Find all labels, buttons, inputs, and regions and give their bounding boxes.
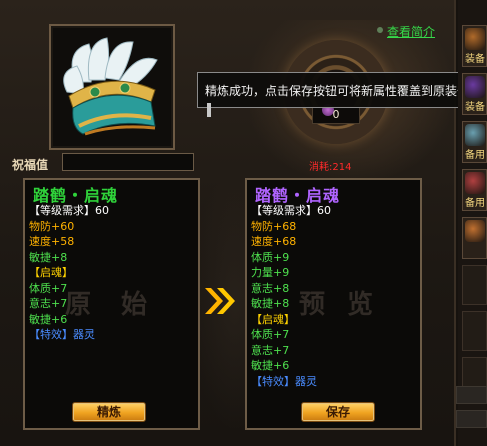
stat-line: 意志+7 <box>29 297 68 310</box>
side-tab-equipment-2[interactable]: 装备 <box>462 73 487 115</box>
stat-line: 物防+60 <box>29 219 75 233</box>
stat-line: 体质+7 <box>29 281 68 295</box>
equipment-tab-icon <box>465 28 485 50</box>
side-tab-label: 装备 <box>465 102 485 113</box>
spare-tab-icon <box>465 172 485 194</box>
tooltip-cursor <box>207 103 211 117</box>
spare-tab-icon <box>465 220 485 242</box>
refine-cost: 消耗:214 <box>309 162 352 173</box>
side-tab-equipment[interactable]: 装备 <box>462 25 487 67</box>
equipment-item-slot[interactable] <box>49 24 175 150</box>
side-footer-slot <box>456 386 487 404</box>
lotus-crown-shoes-icon <box>55 30 169 144</box>
original-stat-list: 【等级需求】60 物防+60 速度+58 敏捷+8 【启魂】体质+7 意志+7 敏捷+6 【特… <box>29 203 109 343</box>
watermark-char: 览 <box>347 290 374 320</box>
side-tab-empty <box>462 311 487 351</box>
stat-line: 体质+9 <box>251 250 290 264</box>
refine-material-count: 0 <box>332 108 340 121</box>
side-footer-slot <box>456 410 487 428</box>
stat-line: 【等级需求】60 <box>251 204 331 217</box>
side-tab-label: 备用 <box>465 150 485 161</box>
stat-line: 敏捷+8 <box>29 250 68 264</box>
stat-line: 【启魂】 <box>29 266 73 279</box>
stat-line: 【等级需求】60 <box>29 204 109 217</box>
double-chevron-right-icon <box>205 288 235 314</box>
stat-line: 体质+7 <box>251 328 290 341</box>
stat-line: 速度+58 <box>29 235 75 248</box>
refine-button[interactable]: 精炼 <box>72 402 146 422</box>
preview-stats-panel: 踏鹤・启魂 预 览 【等级需求】60 物防+68 速度+68 体质+9 力量+9 意志+8… <box>245 178 422 430</box>
side-tab-spare-2[interactable]: 备用 <box>462 169 487 211</box>
stat-line: 敏捷+6 <box>29 312 68 326</box>
stat-line: 力量+9 <box>251 266 290 279</box>
side-tab-spare[interactable]: 备用 <box>462 121 487 163</box>
refine-success-tooltip: 精炼成功，点击保存按钮可将新属性覆盖到原装备上 <box>197 72 485 108</box>
side-tab-label: 备用 <box>465 198 485 209</box>
bullet-icon <box>377 27 383 33</box>
save-button[interactable]: 保存 <box>301 402 375 422</box>
view-intro-link[interactable]: 查看简介 <box>387 23 435 40</box>
side-tab-empty <box>462 265 487 305</box>
spare-tab-icon <box>465 124 485 146</box>
stat-line: 【特效】器灵 <box>251 374 317 388</box>
side-tab-spare-3[interactable] <box>462 217 487 259</box>
preview-stat-list: 【等级需求】60 物防+68 速度+68 体质+9 力量+9 意志+8 敏捷+8 【启魂】体质… <box>251 203 331 389</box>
stat-line: 【启魂】 <box>251 312 295 326</box>
stat-line: 意志+8 <box>251 281 290 295</box>
stat-line: 速度+68 <box>251 235 297 248</box>
side-tab-label: 装备 <box>465 54 485 65</box>
stat-line: 敏捷+6 <box>251 359 290 372</box>
watermark-char: 始 <box>121 290 148 320</box>
blessing-value-bar <box>62 153 194 171</box>
stat-line: 意志+7 <box>251 343 290 357</box>
blessing-label: 祝福值 <box>12 158 49 172</box>
stat-line: 物防+68 <box>251 219 297 233</box>
equipment-tab-icon <box>465 76 485 98</box>
original-stats-panel: 踏鹤・启魂 原 始 【等级需求】60 物防+60 速度+58 敏捷+8 【启魂】 体质+7… <box>23 178 200 430</box>
stat-line: 【特效】器灵 <box>29 328 95 341</box>
stat-line: 敏捷+8 <box>251 297 290 310</box>
